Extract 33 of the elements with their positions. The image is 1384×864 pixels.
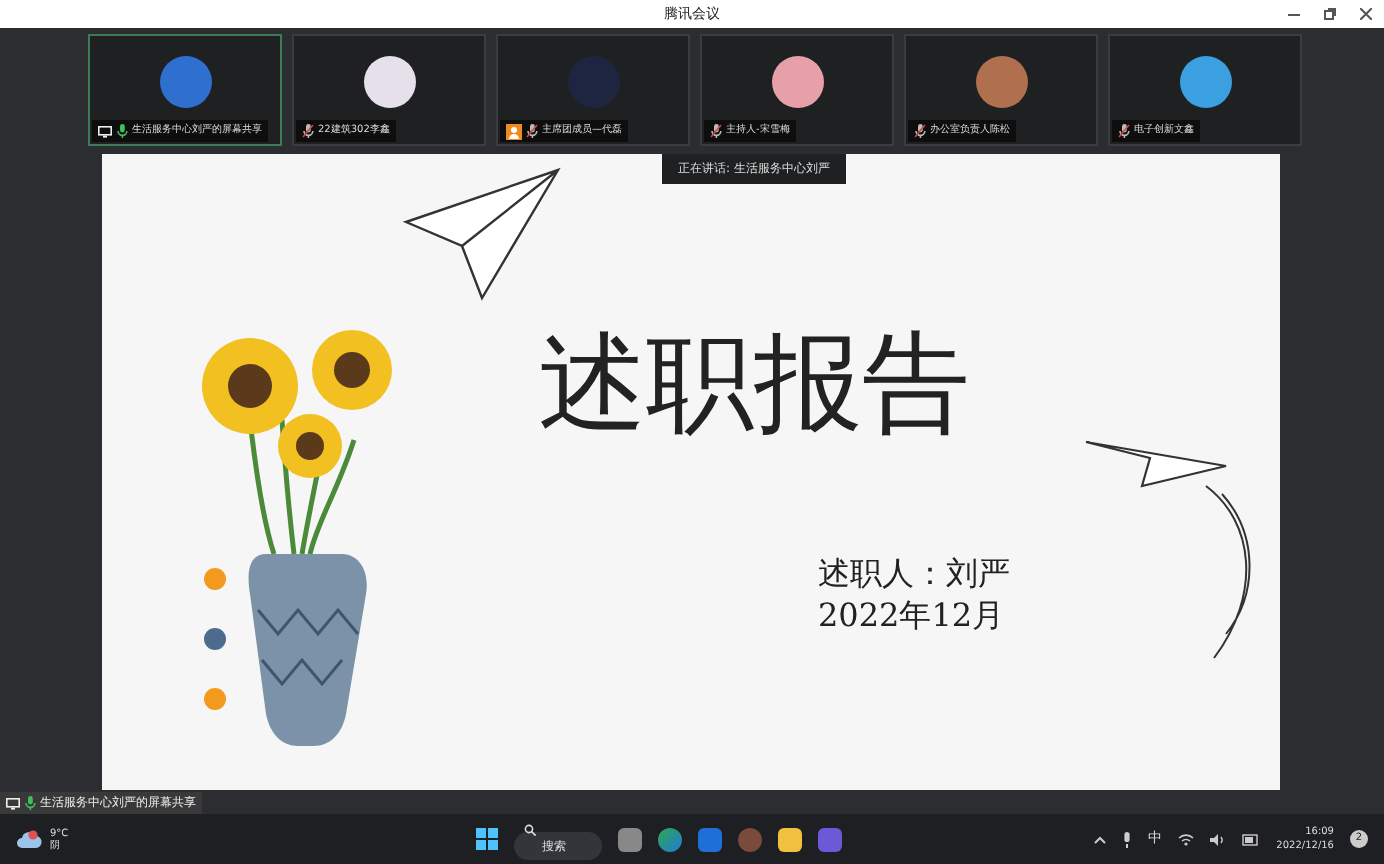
avatar-circle	[364, 56, 416, 108]
close-icon[interactable]	[1360, 8, 1372, 20]
cloud-icon[interactable]	[16, 829, 42, 849]
folder-icon[interactable]	[778, 827, 802, 851]
meeting-app-icon[interactable]	[698, 827, 722, 851]
screen-share-icon	[6, 797, 20, 809]
restore-icon[interactable]	[1324, 8, 1336, 20]
microphone-icon[interactable]	[1118, 124, 1130, 138]
avatar-circle	[976, 56, 1028, 108]
microphone-icon[interactable]	[302, 124, 314, 138]
microphone-icon[interactable]	[116, 124, 128, 138]
report-date: 2022年12月	[818, 595, 1007, 638]
slide-title: 述职报告	[538, 324, 970, 443]
avatar-circle	[772, 56, 824, 108]
avatar-circle	[1180, 56, 1232, 108]
avatar-circle	[160, 56, 212, 108]
microphone-icon[interactable]	[24, 796, 36, 810]
chevron-up-icon[interactable]	[1094, 835, 1107, 843]
microphone-icon[interactable]	[914, 124, 926, 138]
photos-icon[interactable]	[818, 827, 842, 851]
presenter-name: 述职人：刘严	[818, 554, 1010, 596]
windows-start-icon[interactable]	[476, 828, 498, 850]
wifi-icon[interactable]	[1178, 833, 1195, 845]
minimize-icon[interactable]	[1288, 13, 1300, 15]
task-view-icon[interactable]	[618, 827, 642, 851]
avatar-circle	[568, 56, 620, 108]
search-icon	[524, 823, 536, 835]
microphone-icon[interactable]	[526, 124, 538, 138]
microphone-icon[interactable]	[1122, 831, 1133, 847]
browser-icon[interactable]	[658, 827, 682, 851]
microphone-icon[interactable]	[710, 124, 722, 138]
speaker-icon[interactable]	[1210, 833, 1227, 845]
battery-icon[interactable]	[1242, 833, 1261, 845]
